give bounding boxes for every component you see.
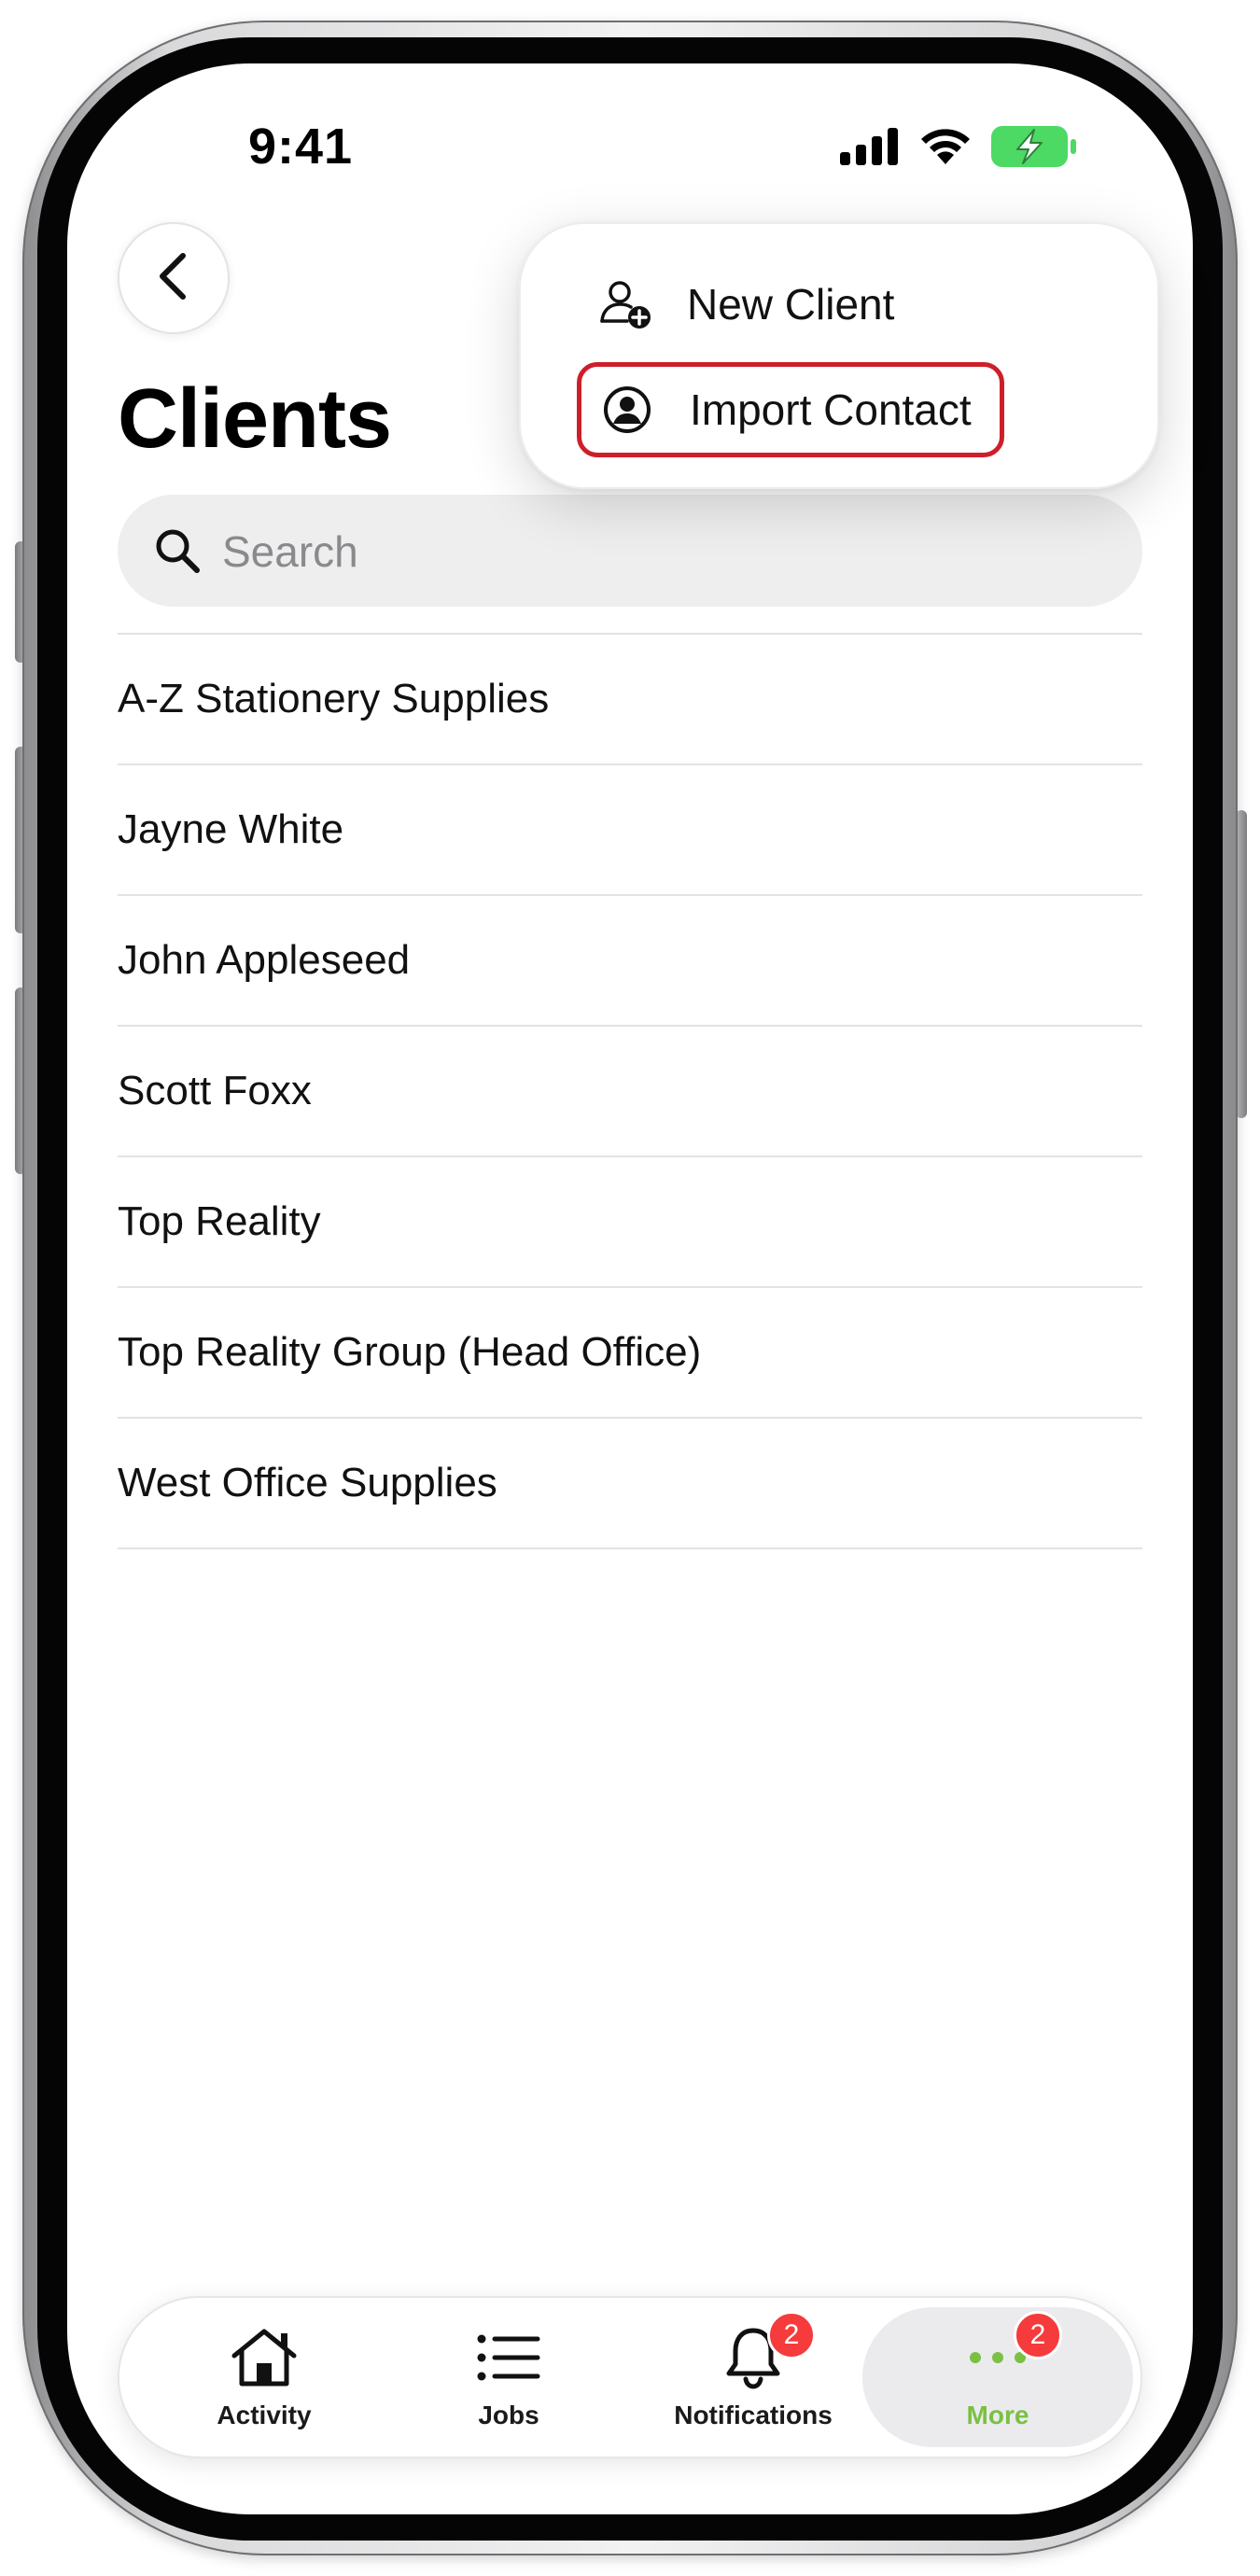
tab-activity[interactable]: Activity: [142, 2298, 386, 2457]
battery-charging-icon: [991, 125, 1077, 172]
wifi-icon: [918, 127, 973, 171]
notification-badge: 2: [767, 2311, 816, 2359]
cellular-signal-icon: [840, 127, 900, 170]
page-title: Clients: [118, 372, 392, 466]
client-row[interactable]: Top Reality: [118, 1155, 1142, 1286]
search-bar[interactable]: [118, 495, 1142, 607]
house-icon: [229, 2324, 300, 2391]
client-row[interactable]: Scott Foxx: [118, 1025, 1142, 1155]
client-row[interactable]: Jayne White: [118, 763, 1142, 894]
tab-label: More: [966, 2401, 1029, 2429]
client-row[interactable]: A-Z Stationery Supplies: [118, 633, 1142, 763]
tab-label: Jobs: [478, 2401, 539, 2429]
person-add-icon: [599, 278, 665, 330]
person-circle-icon: [602, 385, 667, 435]
more-badge: 2: [1014, 2311, 1062, 2359]
list-icon: [476, 2324, 541, 2391]
back-button[interactable]: [118, 222, 230, 334]
menu-item-label: Import Contact: [690, 385, 972, 434]
search-icon: [153, 526, 202, 580]
tab-label: Notifications: [674, 2401, 833, 2429]
chevron-left-icon: [155, 252, 192, 305]
status-icons: [840, 125, 1077, 172]
tab-bar: Activity Jobs Notifications 2 More 2: [118, 2296, 1142, 2458]
tab-jobs[interactable]: Jobs: [386, 2298, 631, 2457]
tab-label: Activity: [217, 2401, 312, 2429]
search-input[interactable]: [220, 517, 1064, 586]
status-time: 9:41: [248, 119, 354, 175]
tab-more[interactable]: More 2: [862, 2307, 1133, 2447]
add-client-menu: New Client Import Contact: [519, 222, 1159, 489]
client-row[interactable]: John Appleseed: [118, 894, 1142, 1025]
client-list: A-Z Stationery Supplies Jayne White John…: [118, 633, 1142, 1549]
menu-item-label: New Client: [687, 280, 895, 329]
client-row[interactable]: West Office Supplies: [118, 1417, 1142, 1549]
menu-item-import-contact[interactable]: Import Contact: [577, 362, 1004, 457]
client-row[interactable]: Top Reality Group (Head Office): [118, 1286, 1142, 1417]
menu-item-new-client[interactable]: New Client: [599, 258, 894, 351]
tab-notifications[interactable]: Notifications 2: [631, 2298, 875, 2457]
